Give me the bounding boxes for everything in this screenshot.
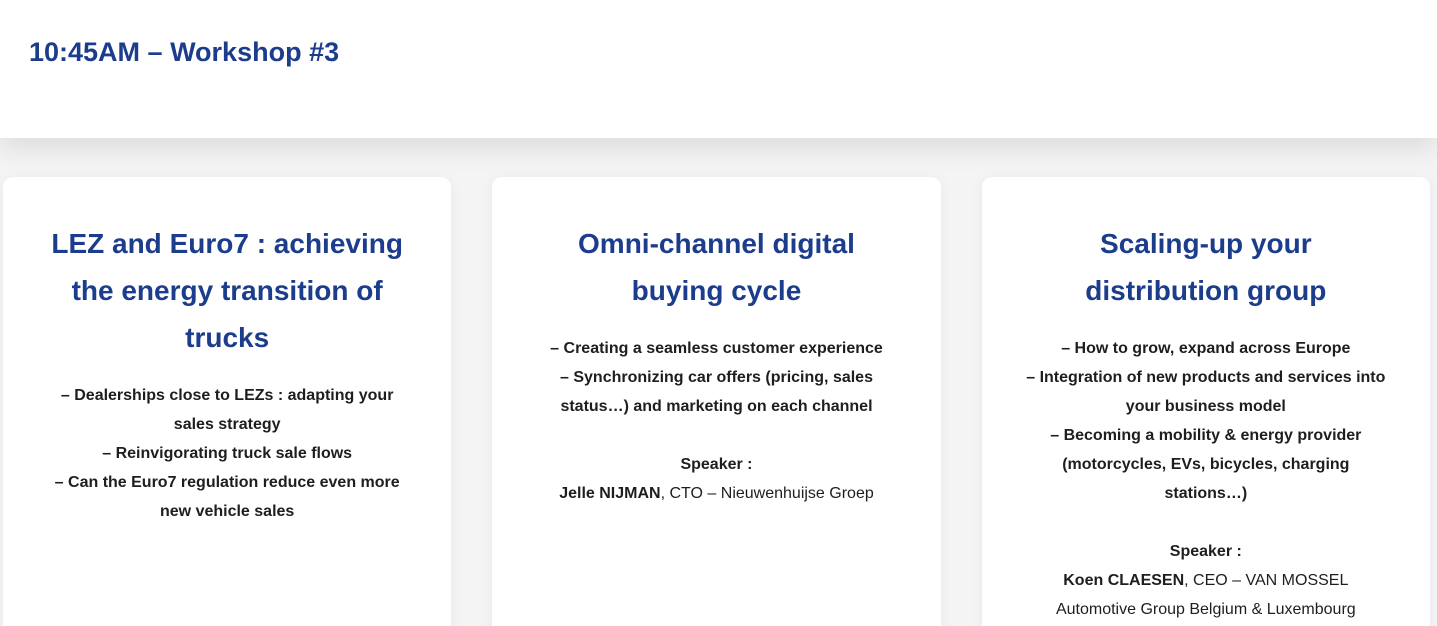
- bullet-item: – Creating a seamless customer experienc…: [532, 334, 900, 363]
- speaker-line: Koen CLAESEN, CEO – VAN MOSSEL Automotiv…: [1031, 566, 1381, 624]
- speaker-name: Koen CLAESEN: [1063, 572, 1184, 589]
- speaker-block: Speaker : Koen CLAESEN, CEO – VAN MOSSEL…: [1031, 537, 1381, 624]
- session-title: 10:45AM – Workshop #3: [0, 0, 1437, 68]
- speaker-line: Jelle NIJMAN, CTO – Nieuwenhuijse Groep: [541, 479, 891, 508]
- workshop-card-scaling-up: Scaling-up your distribution group – How…: [982, 177, 1430, 626]
- card-title: Scaling-up your distribution group: [1022, 220, 1390, 314]
- bullet-item: – Dealerships close to LEZs : adapting y…: [43, 381, 411, 439]
- speaker-name: Jelle NIJMAN: [559, 485, 660, 502]
- speaker-block: Speaker : Jelle NIJMAN, CTO – Nieuwenhui…: [541, 450, 891, 508]
- bullet-item: – Can the Euro7 regulation reduce even m…: [43, 468, 411, 526]
- bullet-item: – Becoming a mobility & energy provider …: [1022, 421, 1390, 508]
- session-header: 10:45AM – Workshop #3: [0, 0, 1437, 138]
- speaker-label: Speaker :: [541, 450, 891, 479]
- bullet-item: – Integration of new products and servic…: [1022, 363, 1390, 421]
- workshop-card-omni-channel: Omni-channel digital buying cycle – Crea…: [492, 177, 940, 626]
- speaker-label: Speaker :: [1031, 537, 1381, 566]
- bullet-item: – Reinvigorating truck sale flows: [43, 439, 411, 468]
- card-title: LEZ and Euro7 : achieving the energy tra…: [43, 220, 411, 361]
- bullet-item: – How to grow, expand across Europe: [1022, 334, 1390, 363]
- bullet-item: – Synchronizing car offers (pricing, sal…: [532, 363, 900, 421]
- card-title: Omni-channel digital buying cycle: [551, 220, 881, 314]
- workshop-cards: LEZ and Euro7 : achieving the energy tra…: [0, 138, 1437, 626]
- card-bullets: – Dealerships close to LEZs : adapting y…: [43, 381, 411, 526]
- speaker-role-company: , CTO – Nieuwenhuijse Groep: [661, 485, 874, 502]
- card-bullets: – Creating a seamless customer experienc…: [532, 334, 900, 421]
- card-bullets: – How to grow, expand across Europe – In…: [1022, 334, 1390, 508]
- workshop-card-lez-euro7: LEZ and Euro7 : achieving the energy tra…: [3, 177, 451, 626]
